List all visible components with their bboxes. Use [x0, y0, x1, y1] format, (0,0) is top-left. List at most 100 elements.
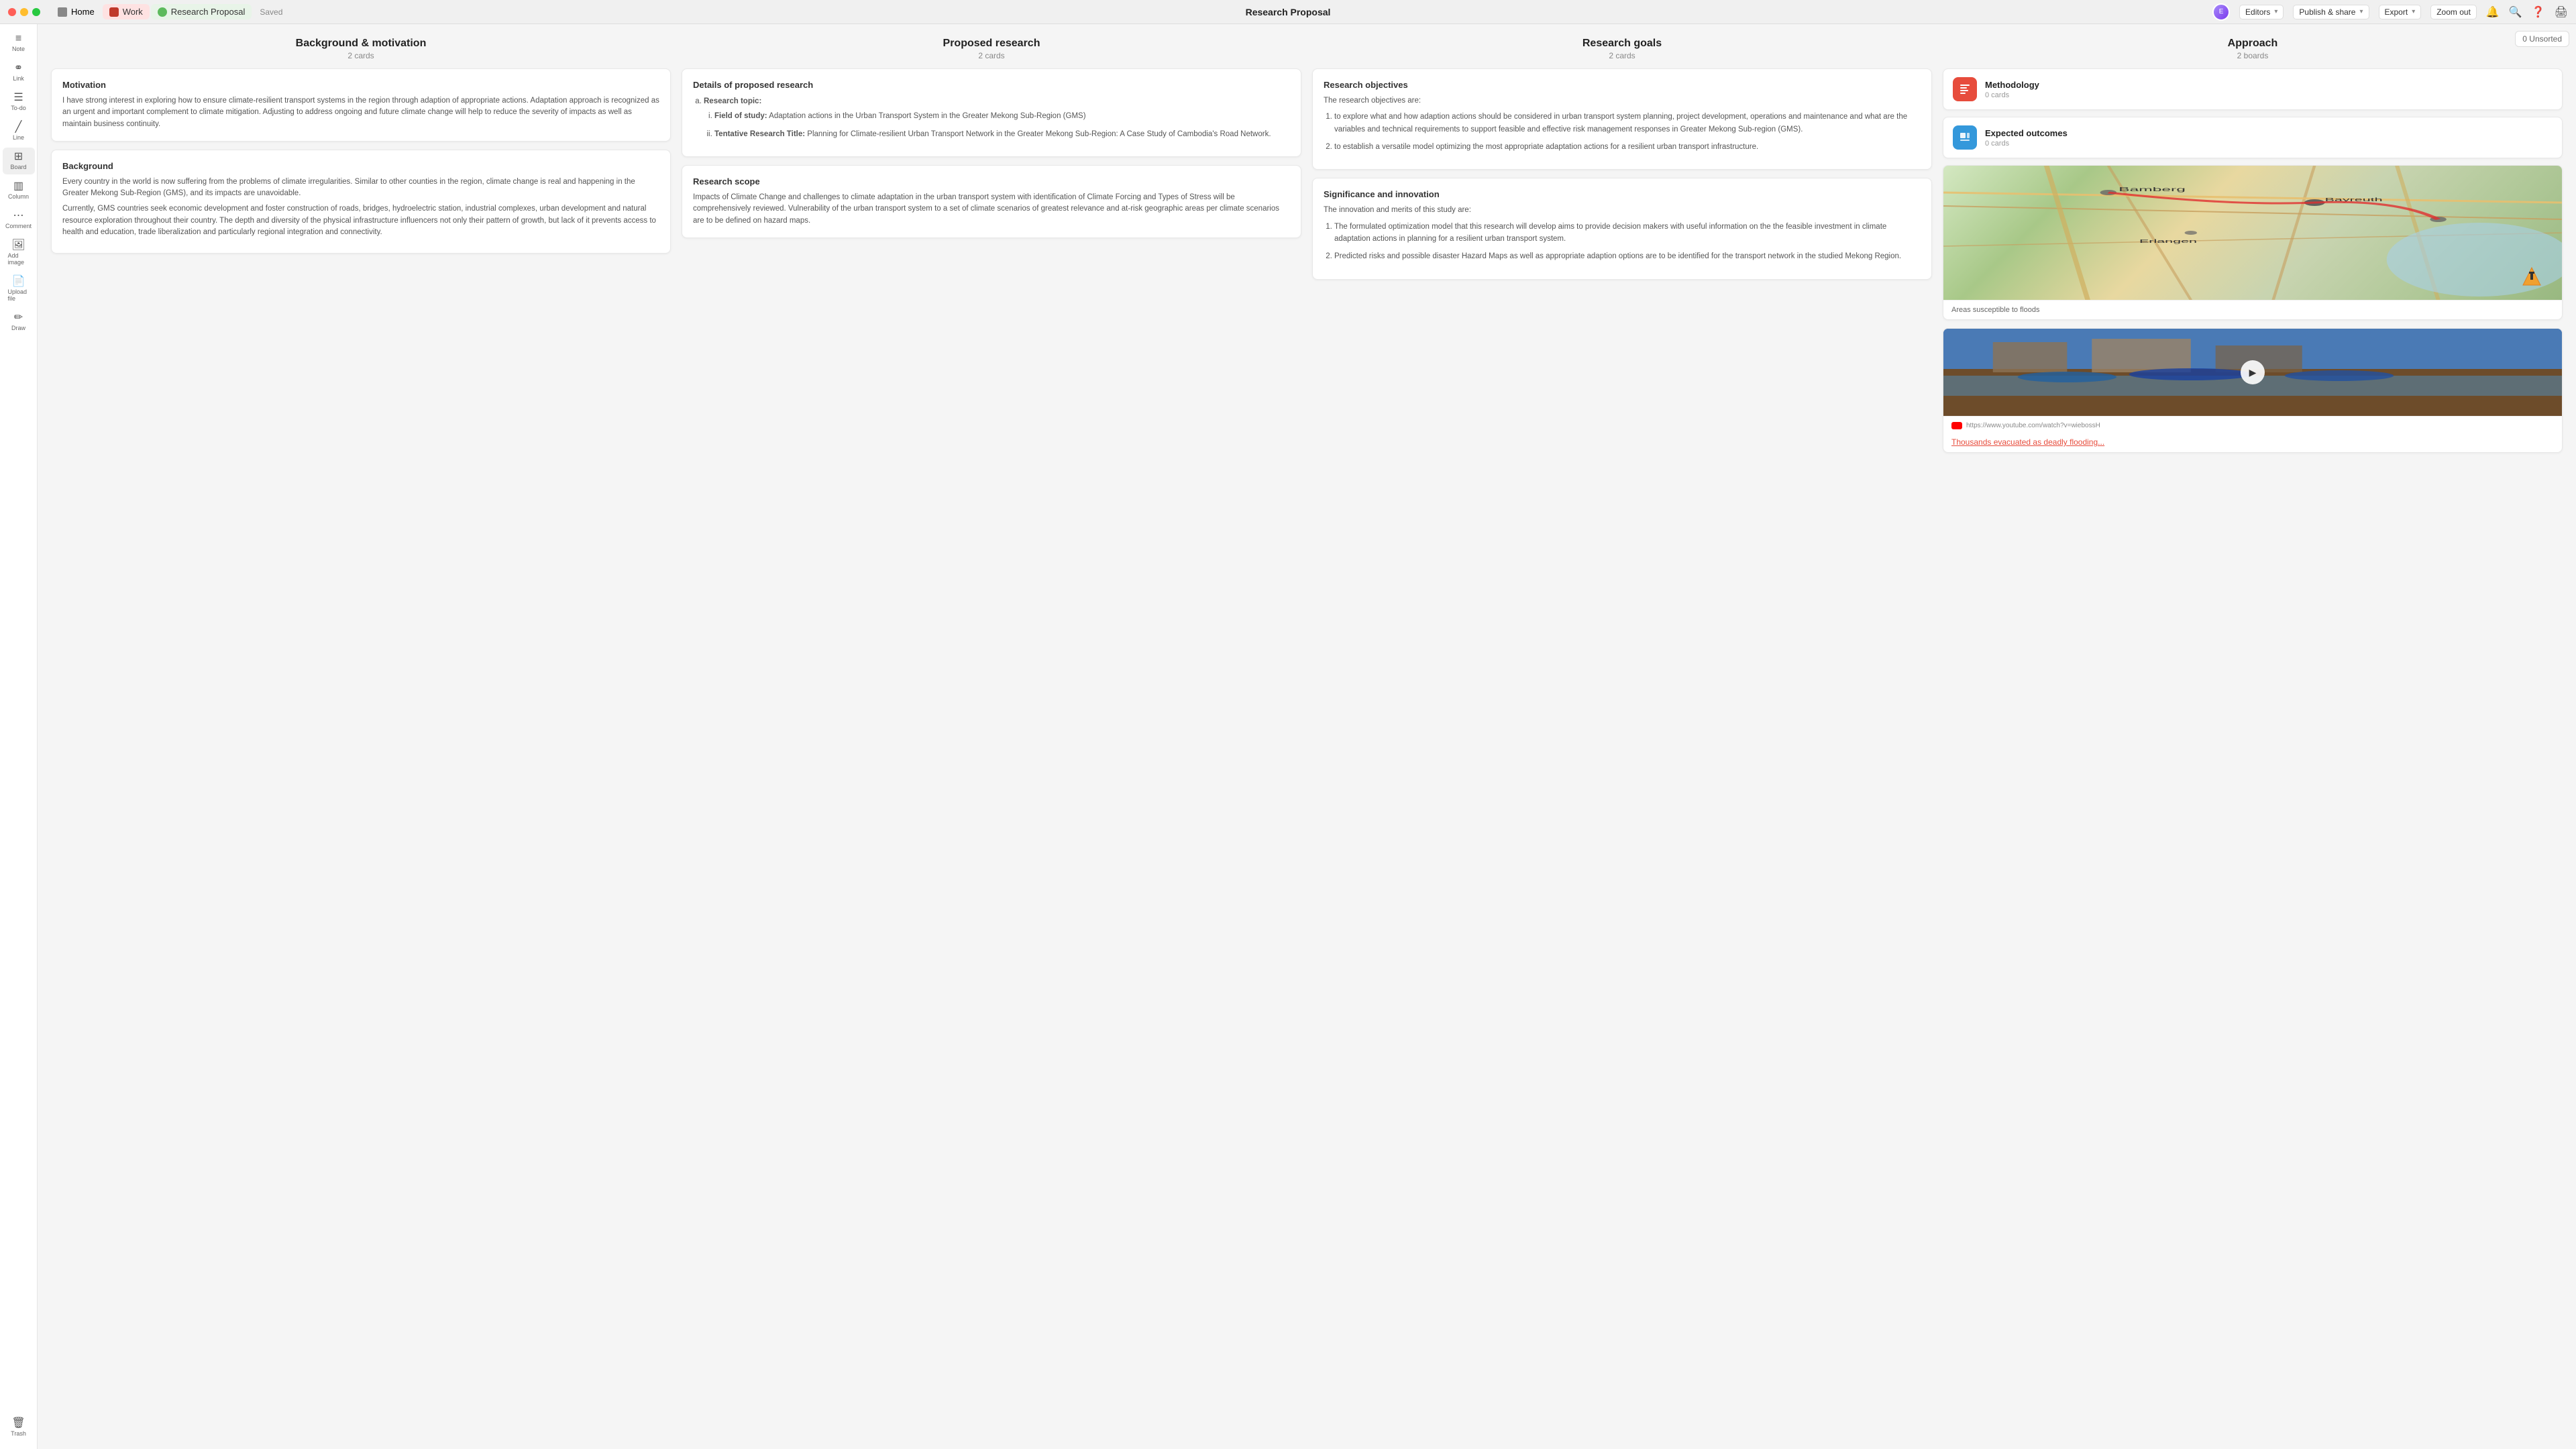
editors-button[interactable]: Editors ▾: [2239, 5, 2284, 19]
tab-research-proposal[interactable]: Research Proposal: [151, 4, 252, 19]
column-title-proposed: Proposed research: [682, 38, 1301, 50]
home-icon: [58, 7, 67, 17]
research-topic-subitems: Field of study: Adaptation actions in th…: [704, 110, 1290, 140]
traffic-lights: [8, 8, 40, 16]
maximize-button[interactable]: [32, 8, 40, 16]
tab-bar: Home Work Research Proposal: [51, 4, 252, 19]
media-card-map: Bamberg Bayreuth Erlangen: [1943, 165, 2563, 320]
column-header-approach: Approach 2 boards: [1943, 38, 2563, 60]
sidebar-item-trash[interactable]: 🗑 Trash: [3, 1414, 35, 1441]
board-item-expected[interactable]: Expected outcomes 0 cards: [1943, 117, 2563, 158]
list-item: to explore what and how adaption actions…: [1334, 111, 1921, 136]
traffic-sign: [2522, 266, 2542, 286]
chevron-down-icon: ▾: [2274, 8, 2277, 15]
list-item: Predicted risks and possible disaster Ha…: [1334, 250, 1921, 262]
sidebar-item-draw[interactable]: ✏ Draw: [3, 309, 35, 335]
methodology-icon: [1953, 77, 1977, 101]
card-details-list: Research topic: Field of study: Adaptati…: [693, 95, 1290, 140]
column-title-background: Background & motivation: [51, 38, 671, 50]
column-title-goals: Research goals: [1312, 38, 1932, 50]
expected-subtitle: 0 cards: [1985, 140, 2068, 148]
board-item-methodology[interactable]: Methodology 0 cards: [1943, 68, 2563, 110]
canvas: 0 Unsorted Background & motivation 2 car…: [38, 24, 2576, 1449]
export-button[interactable]: Export ▾: [2379, 5, 2422, 19]
draw-icon: ✏: [14, 313, 23, 323]
column-proposed: Proposed research 2 cards Details of pro…: [682, 38, 1301, 461]
minimize-button[interactable]: [20, 8, 28, 16]
video-title-link[interactable]: Thousands evacuated as deadly flooding..…: [1943, 435, 2562, 452]
avatar-group: E: [2212, 3, 2230, 21]
card-objectives-list: to explore what and how adaption actions…: [1324, 111, 1921, 153]
sidebar-item-column[interactable]: ▥ Column: [3, 177, 35, 204]
map-background: Bamberg Bayreuth Erlangen: [1943, 166, 2562, 300]
column-subtitle-proposed: 2 cards: [682, 51, 1301, 60]
column-icon: ▥: [13, 181, 23, 192]
svg-text:Erlangen: Erlangen: [2139, 239, 2197, 244]
list-item: The formulated optimization model that t…: [1334, 221, 1921, 246]
notifications-icon[interactable]: 🔔: [2486, 5, 2500, 19]
saved-status: Saved: [260, 7, 282, 17]
sidebar-item-board[interactable]: ⊞ Board: [3, 148, 35, 174]
map-caption: Areas susceptible to floods: [1943, 300, 2562, 319]
sidebar-item-comment[interactable]: ⋯ Comment: [3, 207, 35, 233]
column-header-background: Background & motivation 2 cards: [51, 38, 671, 60]
sidebar-item-todo[interactable]: ☰ To-do: [3, 89, 35, 115]
unsorted-button[interactable]: 0 Unsorted: [2515, 31, 2569, 47]
card-background: Background Every country in the world is…: [51, 150, 671, 254]
card-scope-body: Impacts of Climate Change and challenges…: [693, 192, 1290, 227]
search-icon[interactable]: 🔍: [2509, 5, 2522, 19]
sidebar: ≡ Note ⚭ Link ☰ To-do ╱ Line ⊞ Board ▥ C…: [0, 24, 38, 1449]
todo-icon: ☰: [13, 93, 23, 103]
map-roads-svg: Bamberg Bayreuth Erlangen: [1943, 166, 2562, 300]
expected-info: Expected outcomes 0 cards: [1985, 128, 2068, 148]
zoom-out-button[interactable]: Zoom out: [2430, 5, 2477, 19]
close-button[interactable]: [8, 8, 16, 16]
upload-file-icon: 📄: [12, 276, 25, 287]
card-significance: Significance and innovation The innovati…: [1312, 178, 1932, 279]
board-columns: Background & motivation 2 cards Motivati…: [51, 38, 2563, 461]
video-thumbnail[interactable]: ▶: [1943, 329, 2562, 416]
play-button[interactable]: ▶: [2241, 360, 2265, 384]
media-card-video[interactable]: ▶ https://www.youtube.com/watch?v=wiebos…: [1943, 328, 2563, 453]
sidebar-item-note[interactable]: ≡ Note: [3, 30, 35, 56]
column-background: Background & motivation 2 cards Motivati…: [51, 38, 671, 461]
title-label: Tentative Research Title: Planning for C…: [714, 130, 1271, 138]
column-subtitle-background: 2 cards: [51, 51, 671, 60]
video-url: https://www.youtube.com/watch?v=wiebossH: [1943, 416, 2562, 435]
help-icon[interactable]: ❓: [2532, 5, 2545, 19]
page-title: Research Proposal: [1246, 7, 1331, 17]
app-body: ≡ Note ⚭ Link ☰ To-do ╱ Line ⊞ Board ▥ C…: [0, 24, 2576, 1449]
tab-work-label: Work: [123, 7, 143, 17]
card-significance-intro: The innovation and merits of this study …: [1324, 205, 1921, 216]
expected-title: Expected outcomes: [1985, 128, 2068, 138]
titlebar-actions: E Editors ▾ Publish & share ▾ Export ▾ Z…: [2212, 3, 2568, 21]
card-significance-title: Significance and innovation: [1324, 189, 1921, 199]
field-label: Field of study: Adaptation actions in th…: [714, 112, 1086, 120]
publish-share-button[interactable]: Publish & share ▾: [2293, 5, 2369, 19]
tab-home[interactable]: Home: [51, 4, 101, 19]
sidebar-item-add-image[interactable]: 🖼 Add image: [3, 236, 35, 270]
expected-outcomes-icon: [1953, 125, 1977, 150]
avatar: E: [2212, 3, 2230, 21]
map-image: Bamberg Bayreuth Erlangen: [1943, 166, 2562, 300]
sidebar-item-line[interactable]: ╱ Line: [3, 118, 35, 145]
line-icon: ╱: [15, 122, 22, 133]
column-header-goals: Research goals 2 cards: [1312, 38, 1932, 60]
list-item: to establish a versatile model optimizin…: [1334, 141, 1921, 153]
card-motivation-title: Motivation: [62, 80, 659, 90]
card-objectives-intro: The research objectives are:: [1324, 95, 1921, 107]
sidebar-item-upload-file[interactable]: 📄 Upload file: [3, 272, 35, 306]
youtube-icon: [1951, 422, 1962, 429]
research-topic-label: Research topic:: [704, 97, 761, 105]
print-icon[interactable]: 🖨: [2555, 5, 2568, 19]
tab-work[interactable]: Work: [103, 4, 150, 19]
chevron-down-icon: ▾: [2359, 8, 2363, 15]
card-significance-list: The formulated optimization model that t…: [1324, 221, 1921, 263]
board-icon: ⊞: [14, 152, 23, 162]
trash-icon: 🗑: [11, 1418, 25, 1429]
link-icon: ⚭: [14, 63, 23, 74]
methodology-title: Methodology: [1985, 80, 2039, 90]
column-subtitle-goals: 2 cards: [1312, 51, 1932, 60]
sidebar-item-link[interactable]: ⚭ Link: [3, 59, 35, 86]
methodology-subtitle: 0 cards: [1985, 91, 2039, 99]
